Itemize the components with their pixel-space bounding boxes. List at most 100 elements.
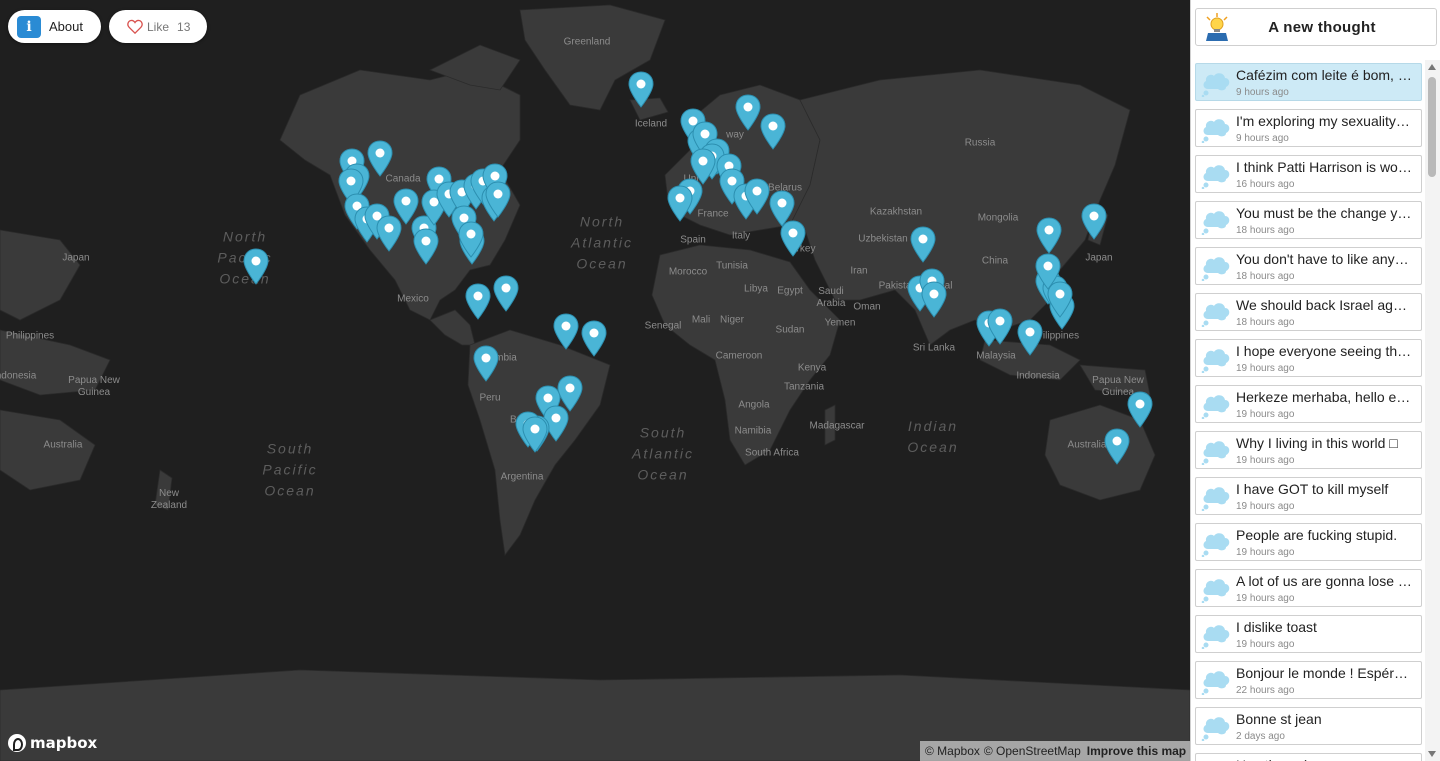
thought-timestamp: 19 hours ago (1236, 363, 1295, 374)
new-thought-button[interactable]: A new thought (1195, 8, 1437, 46)
label-sri-lanka: Sri Lanka (912, 342, 956, 354)
map-marker[interactable] (779, 219, 807, 257)
location-pin-icon (1035, 253, 1061, 290)
thought-text: A lot of us are gonna lose … (1236, 573, 1412, 589)
thought-item[interactable]: Herkeze merhaba, hello e… 19 hours ago (1195, 385, 1422, 423)
label-philippines-east: ilippines (1042, 330, 1080, 342)
like-button[interactable]: Like 13 (109, 10, 207, 43)
map-marker[interactable] (734, 93, 762, 131)
location-pin-icon (1127, 391, 1153, 428)
thought-timestamp: 19 hours ago (1236, 547, 1295, 558)
about-button[interactable]: i About (8, 10, 101, 43)
label-senegal: Senegal (644, 320, 682, 332)
thought-item[interactable]: We should back Israel ag… 18 hours ago (1195, 293, 1422, 331)
thought-item[interactable]: You don't have to like any… 18 hours ago (1195, 247, 1422, 285)
thought-text: We should back Israel ag… (1236, 297, 1407, 313)
label-sudan: Sudan (775, 324, 805, 336)
thought-item[interactable]: I have GOT to kill myself 19 hours ago (1195, 477, 1422, 515)
map-marker[interactable] (484, 180, 512, 218)
location-pin-icon (458, 221, 484, 258)
thought-item[interactable]: I'm exploring my sexuality… 9 hours ago (1195, 109, 1422, 147)
thought-cloud-icon (1201, 257, 1230, 281)
map-marker[interactable] (920, 280, 948, 318)
map-marker[interactable] (580, 319, 608, 357)
scroll-up-arrow-icon[interactable] (1428, 64, 1436, 70)
thought-item[interactable]: Bonne st jean 2 days ago (1195, 707, 1422, 745)
label-australia-west: Australia (43, 439, 83, 451)
label-mexico: Mexico (397, 293, 429, 305)
thought-item[interactable]: Bonjour le monde ! Espér… 22 hours ago (1195, 661, 1422, 699)
thought-item[interactable]: A lot of us are gonna lose … 19 hours ago (1195, 569, 1422, 607)
map-marker[interactable] (242, 247, 270, 285)
label-indonesia-west: ndonesia (0, 370, 37, 382)
attribution-osm-link[interactable]: © OpenStreetMap (984, 744, 1081, 758)
world-map[interactable]: Greenland Iceland Canada Russia way Bela… (0, 0, 1190, 761)
scroll-down-arrow-icon[interactable] (1428, 751, 1436, 757)
map-marker[interactable] (1016, 318, 1044, 356)
map-marker[interactable] (521, 415, 549, 453)
location-pin-icon (1104, 428, 1130, 465)
label-saudi: Saudi Arabia (816, 286, 846, 309)
map-marker[interactable] (1034, 252, 1062, 290)
map-marker[interactable] (1035, 216, 1063, 254)
thought-timestamp: 9 hours ago (1236, 133, 1289, 144)
label-new-zealand: New Zealand (150, 488, 188, 511)
map-marker[interactable] (1080, 202, 1108, 240)
map-marker[interactable] (666, 184, 694, 222)
location-pin-icon (553, 313, 579, 350)
location-pin-icon (465, 283, 491, 320)
thought-item[interactable]: Why I living in this world □ 19 hours ago (1195, 431, 1422, 469)
thought-cloud-icon (1201, 119, 1230, 143)
label-tunisia: Tunisia (716, 260, 748, 272)
thought-item[interactable]: I dislike toast 19 hours ago (1195, 615, 1422, 653)
new-thought-label: A new thought (1268, 18, 1376, 36)
thought-text: You must be the change y… (1236, 205, 1412, 221)
map-marker[interactable] (492, 274, 520, 312)
label-japan-west: Japan (62, 252, 90, 264)
map-marker[interactable] (1126, 390, 1154, 428)
thought-item[interactable]: You must be the change y… 18 hours ago (1195, 201, 1422, 239)
map-marker[interactable] (743, 177, 771, 215)
map-marker[interactable] (1103, 427, 1131, 465)
label-mongolia: Mongolia (977, 212, 1019, 224)
thought-timestamp: 19 hours ago (1236, 455, 1295, 466)
map-marker[interactable] (472, 344, 500, 382)
label-niger: Niger (720, 314, 744, 326)
thought-cloud-icon (1201, 533, 1230, 557)
thought-timestamp: 2 days ago (1236, 731, 1285, 742)
map-marker[interactable] (457, 220, 485, 258)
thought-item[interactable]: I think Patti Harrison is wo… 16 hours ag… (1195, 155, 1422, 193)
map-marker[interactable] (552, 312, 580, 350)
thought-item[interactable]: People are fucking stupid. 19 hours ago (1195, 523, 1422, 561)
feed-scrollbar[interactable] (1425, 60, 1440, 761)
thought-feed[interactable]: Cafézim com leite é bom, … 9 hours ago I'm… (1195, 63, 1422, 761)
map-marker[interactable] (986, 307, 1014, 345)
thought-text: You don't have to like any… (1236, 251, 1409, 267)
attribution-mapbox-link[interactable]: © Mapbox (925, 744, 980, 758)
map-marker[interactable] (627, 70, 655, 108)
location-pin-icon (780, 220, 806, 257)
label-angola: Angola (738, 399, 770, 411)
mapbox-logo[interactable]: mapbox (8, 733, 97, 753)
scroll-thumb[interactable] (1428, 77, 1436, 177)
improve-map-link[interactable]: Improve this map (1087, 744, 1186, 758)
thought-item[interactable]: I hope everyone seeing th… 19 hours ago (1195, 339, 1422, 377)
thought-item[interactable]: Hey there :) (1195, 753, 1422, 761)
map-marker[interactable] (464, 282, 492, 320)
thought-cloud-icon (1201, 625, 1230, 649)
thought-text: Why I living in this world □ (1236, 435, 1398, 451)
thought-text: I think Patti Harrison is wo… (1236, 159, 1412, 175)
map-marker[interactable] (412, 227, 440, 265)
label-namibia: Namibia (734, 425, 772, 437)
mapbox-icon (8, 734, 26, 752)
thought-item[interactable]: Cafézim com leite é bom, … 9 hours ago (1195, 63, 1422, 101)
label-iceland: Iceland (634, 118, 668, 130)
about-label: About (49, 19, 83, 34)
thought-text: I dislike toast (1236, 619, 1317, 635)
label-south-africa: South Africa (745, 447, 799, 459)
map-marker[interactable] (759, 112, 787, 150)
label-papua-west: Papua New Guinea (68, 375, 120, 398)
thought-text: Bonjour le monde ! Espér… (1236, 665, 1408, 681)
map-marker[interactable] (909, 225, 937, 263)
location-pin-icon (413, 228, 439, 265)
